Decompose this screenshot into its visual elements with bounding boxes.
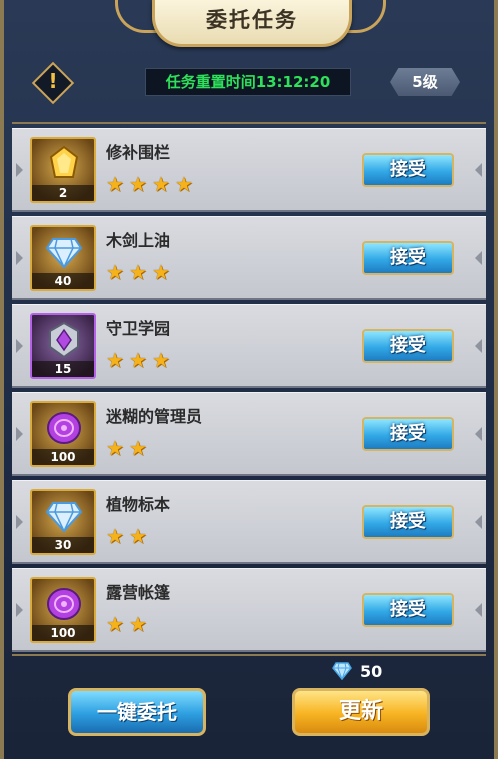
task-name: 修补围栏	[106, 143, 171, 162]
purple-crest-icon	[45, 321, 83, 359]
star-icon: ★	[129, 260, 147, 284]
star-icon: ★	[152, 260, 170, 284]
task-list[interactable]: 2 修补围栏 ★ ★ ★ ★ 接受 40 木剑上油 ★ ★ ★ 接受 15 守卫学园 ★ ★ ★ 接受 100 迷糊的管…	[12, 122, 486, 656]
star-icon: ★	[129, 436, 147, 460]
star-icon: ★	[129, 348, 147, 372]
reward-quantity: 2	[32, 185, 94, 201]
task-row: 15 守卫学园 ★ ★ ★ 接受	[12, 304, 486, 388]
reward-item[interactable]: 100	[30, 401, 96, 467]
reward-item[interactable]: 30	[30, 489, 96, 555]
star-icon: ★	[129, 524, 147, 548]
refresh-button[interactable]: 更新	[292, 688, 430, 736]
difficulty-stars: ★ ★	[106, 437, 151, 459]
diamond-balance: 50	[332, 660, 382, 682]
accept-button[interactable]: 接受	[362, 153, 454, 187]
reward-item[interactable]: 100	[30, 577, 96, 643]
accept-button[interactable]: 接受	[362, 329, 454, 363]
star-icon: ★	[106, 348, 124, 372]
accept-button[interactable]: 接受	[362, 417, 454, 451]
purple-coin-icon	[45, 409, 83, 447]
reward-item[interactable]: 2	[30, 137, 96, 203]
difficulty-stars: ★ ★ ★	[106, 261, 174, 283]
reward-quantity: 100	[32, 449, 94, 465]
star-icon: ★	[152, 172, 170, 196]
task-row: 2 修补围栏 ★ ★ ★ ★ 接受	[12, 128, 486, 212]
task-row: 40 木剑上油 ★ ★ ★ 接受	[12, 216, 486, 300]
task-row: 100 迷糊的管理员 ★ ★ 接受	[12, 392, 486, 476]
task-row: 100 露营帐篷 ★ ★ 接受	[12, 568, 486, 652]
difficulty-stars: ★ ★	[106, 613, 151, 635]
star-icon: ★	[129, 172, 147, 196]
task-name: 植物标本	[106, 495, 171, 514]
reset-timer: 任务重置时间13:12:20	[145, 68, 351, 96]
task-name: 迷糊的管理员	[106, 407, 203, 426]
exclamation-icon[interactable]: !	[38, 66, 68, 96]
star-icon: ★	[129, 612, 147, 636]
star-icon: ★	[106, 612, 124, 636]
task-name: 木剑上油	[106, 231, 171, 250]
purple-coin-icon	[45, 585, 83, 623]
star-icon: ★	[152, 348, 170, 372]
accept-button[interactable]: 接受	[362, 593, 454, 627]
reward-quantity: 100	[32, 625, 94, 641]
accept-button[interactable]: 接受	[362, 505, 454, 539]
reward-item[interactable]: 15	[30, 313, 96, 379]
reward-quantity: 15	[32, 361, 94, 377]
difficulty-stars: ★ ★ ★ ★	[106, 173, 197, 195]
star-icon: ★	[175, 172, 193, 196]
diamond-count: 50	[360, 661, 383, 681]
task-name: 守卫学园	[106, 319, 171, 338]
star-icon: ★	[106, 524, 124, 548]
reward-quantity: 30	[32, 537, 94, 553]
accept-button[interactable]: 接受	[362, 241, 454, 275]
page-title: 委托任务	[152, 0, 352, 47]
star-icon: ★	[106, 260, 124, 284]
level-badge: 5级	[390, 68, 460, 96]
difficulty-stars: ★ ★ ★	[106, 349, 174, 371]
star-icon: ★	[106, 436, 124, 460]
star-icon: ★	[106, 172, 124, 196]
diamond-icon	[332, 662, 352, 680]
reward-item[interactable]: 40	[30, 225, 96, 291]
difficulty-stars: ★ ★	[106, 525, 151, 547]
diamond-icon	[45, 497, 83, 535]
task-row: 30 植物标本 ★ ★ 接受	[12, 480, 486, 564]
task-name: 露营帐篷	[106, 583, 171, 602]
gold-gem-icon	[45, 145, 83, 183]
diamond-icon	[45, 233, 83, 271]
reward-quantity: 40	[32, 273, 94, 289]
delegate-all-button[interactable]: 一键委托	[68, 688, 206, 736]
